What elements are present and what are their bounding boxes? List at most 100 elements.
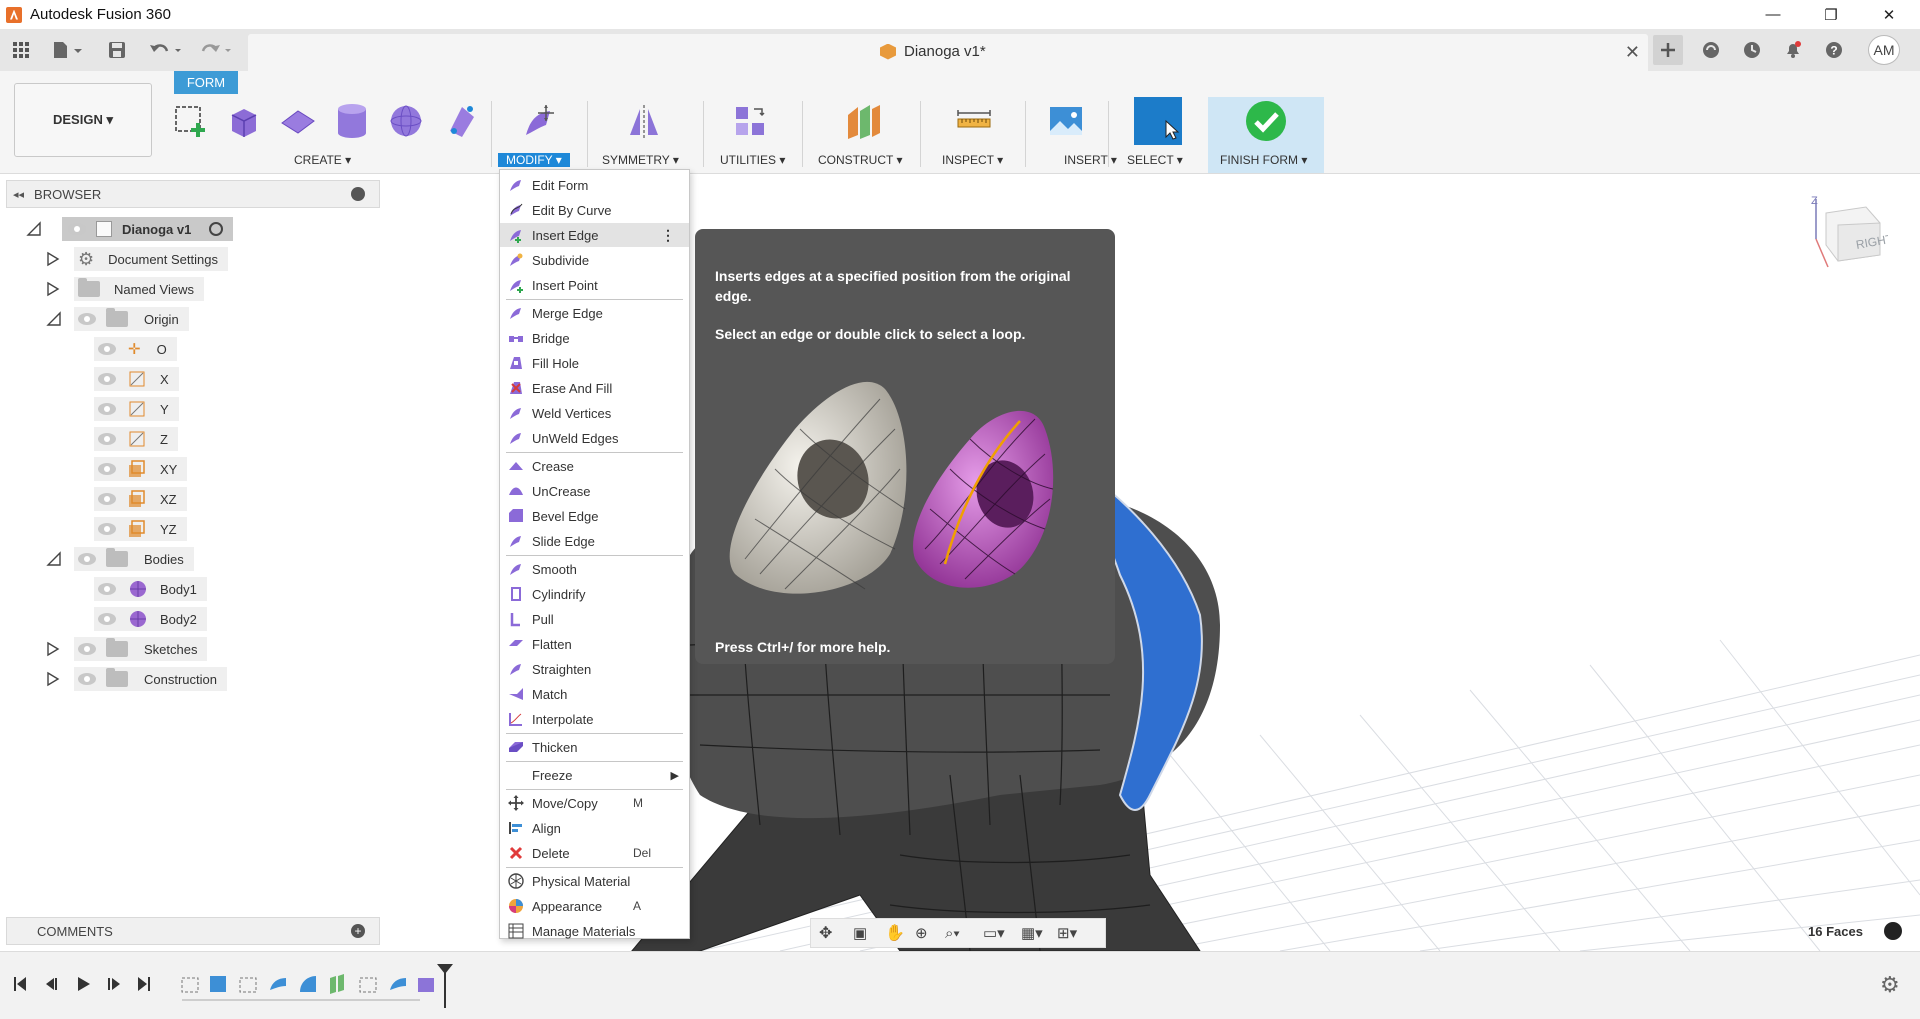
visibility-eye-icon[interactable] (98, 343, 116, 355)
expand-triangle-icon[interactable] (46, 251, 60, 267)
menu-item-pull[interactable]: Pull (500, 607, 689, 631)
browser-item-body2[interactable]: Body2 (94, 606, 207, 632)
fit-zoom-icon[interactable]: ⌕▾ (945, 925, 975, 942)
visibility-eye-icon[interactable] (98, 583, 116, 595)
utilities-menu[interactable]: UTILITIES ▾ (720, 151, 785, 169)
new-tab-plus-icon[interactable] (1653, 35, 1683, 65)
menu-item-appearance[interactable]: Appearance A (500, 894, 689, 918)
visibility-eye-icon[interactable] (68, 223, 86, 235)
cylinder-form-icon[interactable] (330, 99, 374, 143)
select-menu[interactable]: SELECT ▾ (1127, 151, 1183, 169)
browser-root-row[interactable]: Dianoga v1 (26, 216, 234, 242)
construct-plane-icon[interactable] (842, 99, 886, 143)
menu-item-align[interactable]: Align (500, 816, 689, 840)
modify-menu-button[interactable]: MODIFY ▾ (498, 151, 570, 169)
select-icon[interactable] (1134, 97, 1182, 145)
pan-hand-icon[interactable]: ✋ (885, 923, 909, 943)
browser-item-named-views[interactable]: Named Views (46, 276, 204, 302)
menu-item-weld-vertices[interactable]: Weld Vertices (500, 401, 689, 425)
menu-item-merge-edge[interactable]: Merge Edge (500, 301, 689, 325)
menu-item-freeze[interactable]: Freeze ▶ (500, 763, 689, 787)
close-tab-button[interactable]: ✕ (1625, 42, 1640, 63)
visibility-eye-icon[interactable] (78, 553, 96, 565)
browser-item-sketches[interactable]: Sketches (46, 636, 208, 662)
file-menu-icon[interactable] (48, 37, 88, 63)
box-form-icon[interactable] (222, 99, 266, 143)
plane-form-icon[interactable] (276, 99, 320, 143)
visibility-eye-icon[interactable] (78, 673, 96, 685)
collapse-triangle-icon[interactable] (46, 551, 62, 567)
browser-item-xz-plane[interactable]: XZ (94, 486, 187, 512)
visibility-eye-icon[interactable] (78, 643, 96, 655)
clock-history-icon[interactable] (1737, 35, 1767, 65)
browser-item-origin-point[interactable]: ✛ O (94, 336, 177, 362)
visibility-eye-icon[interactable] (78, 313, 96, 325)
browser-item-z-axis[interactable]: Z (94, 426, 178, 452)
modify-label[interactable]: MODIFY ▾ (498, 153, 570, 167)
add-comment-icon[interactable]: + (351, 924, 365, 938)
timeline-settings-gear-icon[interactable]: ⚙ (1880, 972, 1900, 998)
visibility-eye-icon[interactable] (98, 613, 116, 625)
menu-item-slide-edge[interactable]: Slide Edge (500, 529, 689, 553)
browser-item-y-axis[interactable]: Y (94, 396, 179, 422)
restore-button[interactable]: ❐ (1802, 0, 1860, 29)
timeline-features[interactable] (178, 972, 448, 1001)
document-tab[interactable]: Dianoga v1* ✕ (248, 34, 1648, 71)
menu-item-move-copy[interactable]: Move/Copy M (500, 791, 689, 815)
insert-image-icon[interactable] (1044, 99, 1088, 143)
symmetry-menu[interactable]: SYMMETRY ▾ (602, 151, 679, 169)
menu-item-unweld-edges[interactable]: UnWeld Edges (500, 426, 689, 450)
display-settings-icon[interactable]: ▭▾ (983, 924, 1013, 942)
edit-form-icon[interactable] (518, 99, 562, 143)
browser-item-bodies[interactable]: Bodies (46, 546, 194, 572)
menu-item-crease[interactable]: Crease (500, 454, 689, 478)
menu-item-match[interactable]: Match (500, 682, 689, 706)
data-panel-grid-icon[interactable] (8, 37, 34, 63)
menu-item-physical-material[interactable]: Physical Material (500, 869, 689, 893)
visibility-eye-icon[interactable] (98, 373, 116, 385)
close-window-button[interactable]: ✕ (1860, 0, 1918, 29)
user-avatar[interactable]: AM (1868, 35, 1900, 65)
browser-item-construction[interactable]: Construction (46, 666, 227, 692)
expand-triangle-icon[interactable] (46, 641, 60, 657)
browser-minimize-icon[interactable] (351, 187, 365, 201)
browser-item-body1[interactable]: Body1 (94, 576, 207, 602)
finish-form-check-icon[interactable] (1244, 99, 1288, 143)
menu-item-uncrease[interactable]: UnCrease (500, 479, 689, 503)
menu-item-interpolate[interactable]: Interpolate (500, 707, 689, 731)
browser-item-x-axis[interactable]: X (94, 366, 179, 392)
menu-item-fill-hole[interactable]: Fill Hole (500, 351, 689, 375)
look-at-icon[interactable]: ▣ (853, 924, 877, 942)
measure-icon[interactable] (952, 99, 996, 143)
menu-item-smooth[interactable]: Smooth (500, 557, 689, 581)
menu-item-cylindrify[interactable]: Cylindrify (500, 582, 689, 606)
menu-item-edit-by-curve[interactable]: Edit By Curve (500, 198, 689, 222)
menu-item-edit-form[interactable]: Edit Form (500, 173, 689, 197)
symmetry-icon[interactable] (622, 99, 666, 143)
viewcube[interactable]: RIGHT Z (1808, 195, 1895, 275)
minimize-button[interactable]: — (1744, 0, 1802, 29)
sphere-form-icon[interactable] (384, 99, 428, 143)
redo-icon[interactable] (196, 37, 236, 63)
menu-item-thicken[interactable]: Thicken (500, 735, 689, 759)
quadball-form-icon[interactable] (438, 99, 482, 143)
menu-item-flatten[interactable]: Flatten (500, 632, 689, 656)
grid-settings-icon[interactable]: ▦▾ (1021, 924, 1051, 942)
collapse-panel-icon[interactable]: ◂◂ (13, 188, 24, 201)
expand-triangle-icon[interactable] (46, 671, 60, 687)
construct-menu[interactable]: CONSTRUCT ▾ (818, 151, 902, 169)
collapse-triangle-icon[interactable] (46, 311, 62, 327)
browser-item-xy-plane[interactable]: XY (94, 456, 188, 482)
visibility-eye-icon[interactable] (98, 523, 116, 535)
create-menu[interactable]: CREATE ▾ (294, 151, 351, 169)
save-icon[interactable] (104, 37, 130, 63)
menu-item-manage-materials[interactable]: Manage Materials (500, 919, 689, 943)
help-icon[interactable]: ? (1819, 35, 1849, 65)
visibility-eye-icon[interactable] (98, 433, 116, 445)
job-status-icon[interactable] (1696, 35, 1726, 65)
browser-item-origin[interactable]: Origin (46, 306, 189, 332)
activate-radio-icon[interactable] (209, 222, 224, 236)
zoom-icon[interactable]: ⊕ (915, 924, 939, 942)
visibility-eye-icon[interactable] (98, 403, 116, 415)
tab-form[interactable]: FORM (174, 71, 238, 94)
